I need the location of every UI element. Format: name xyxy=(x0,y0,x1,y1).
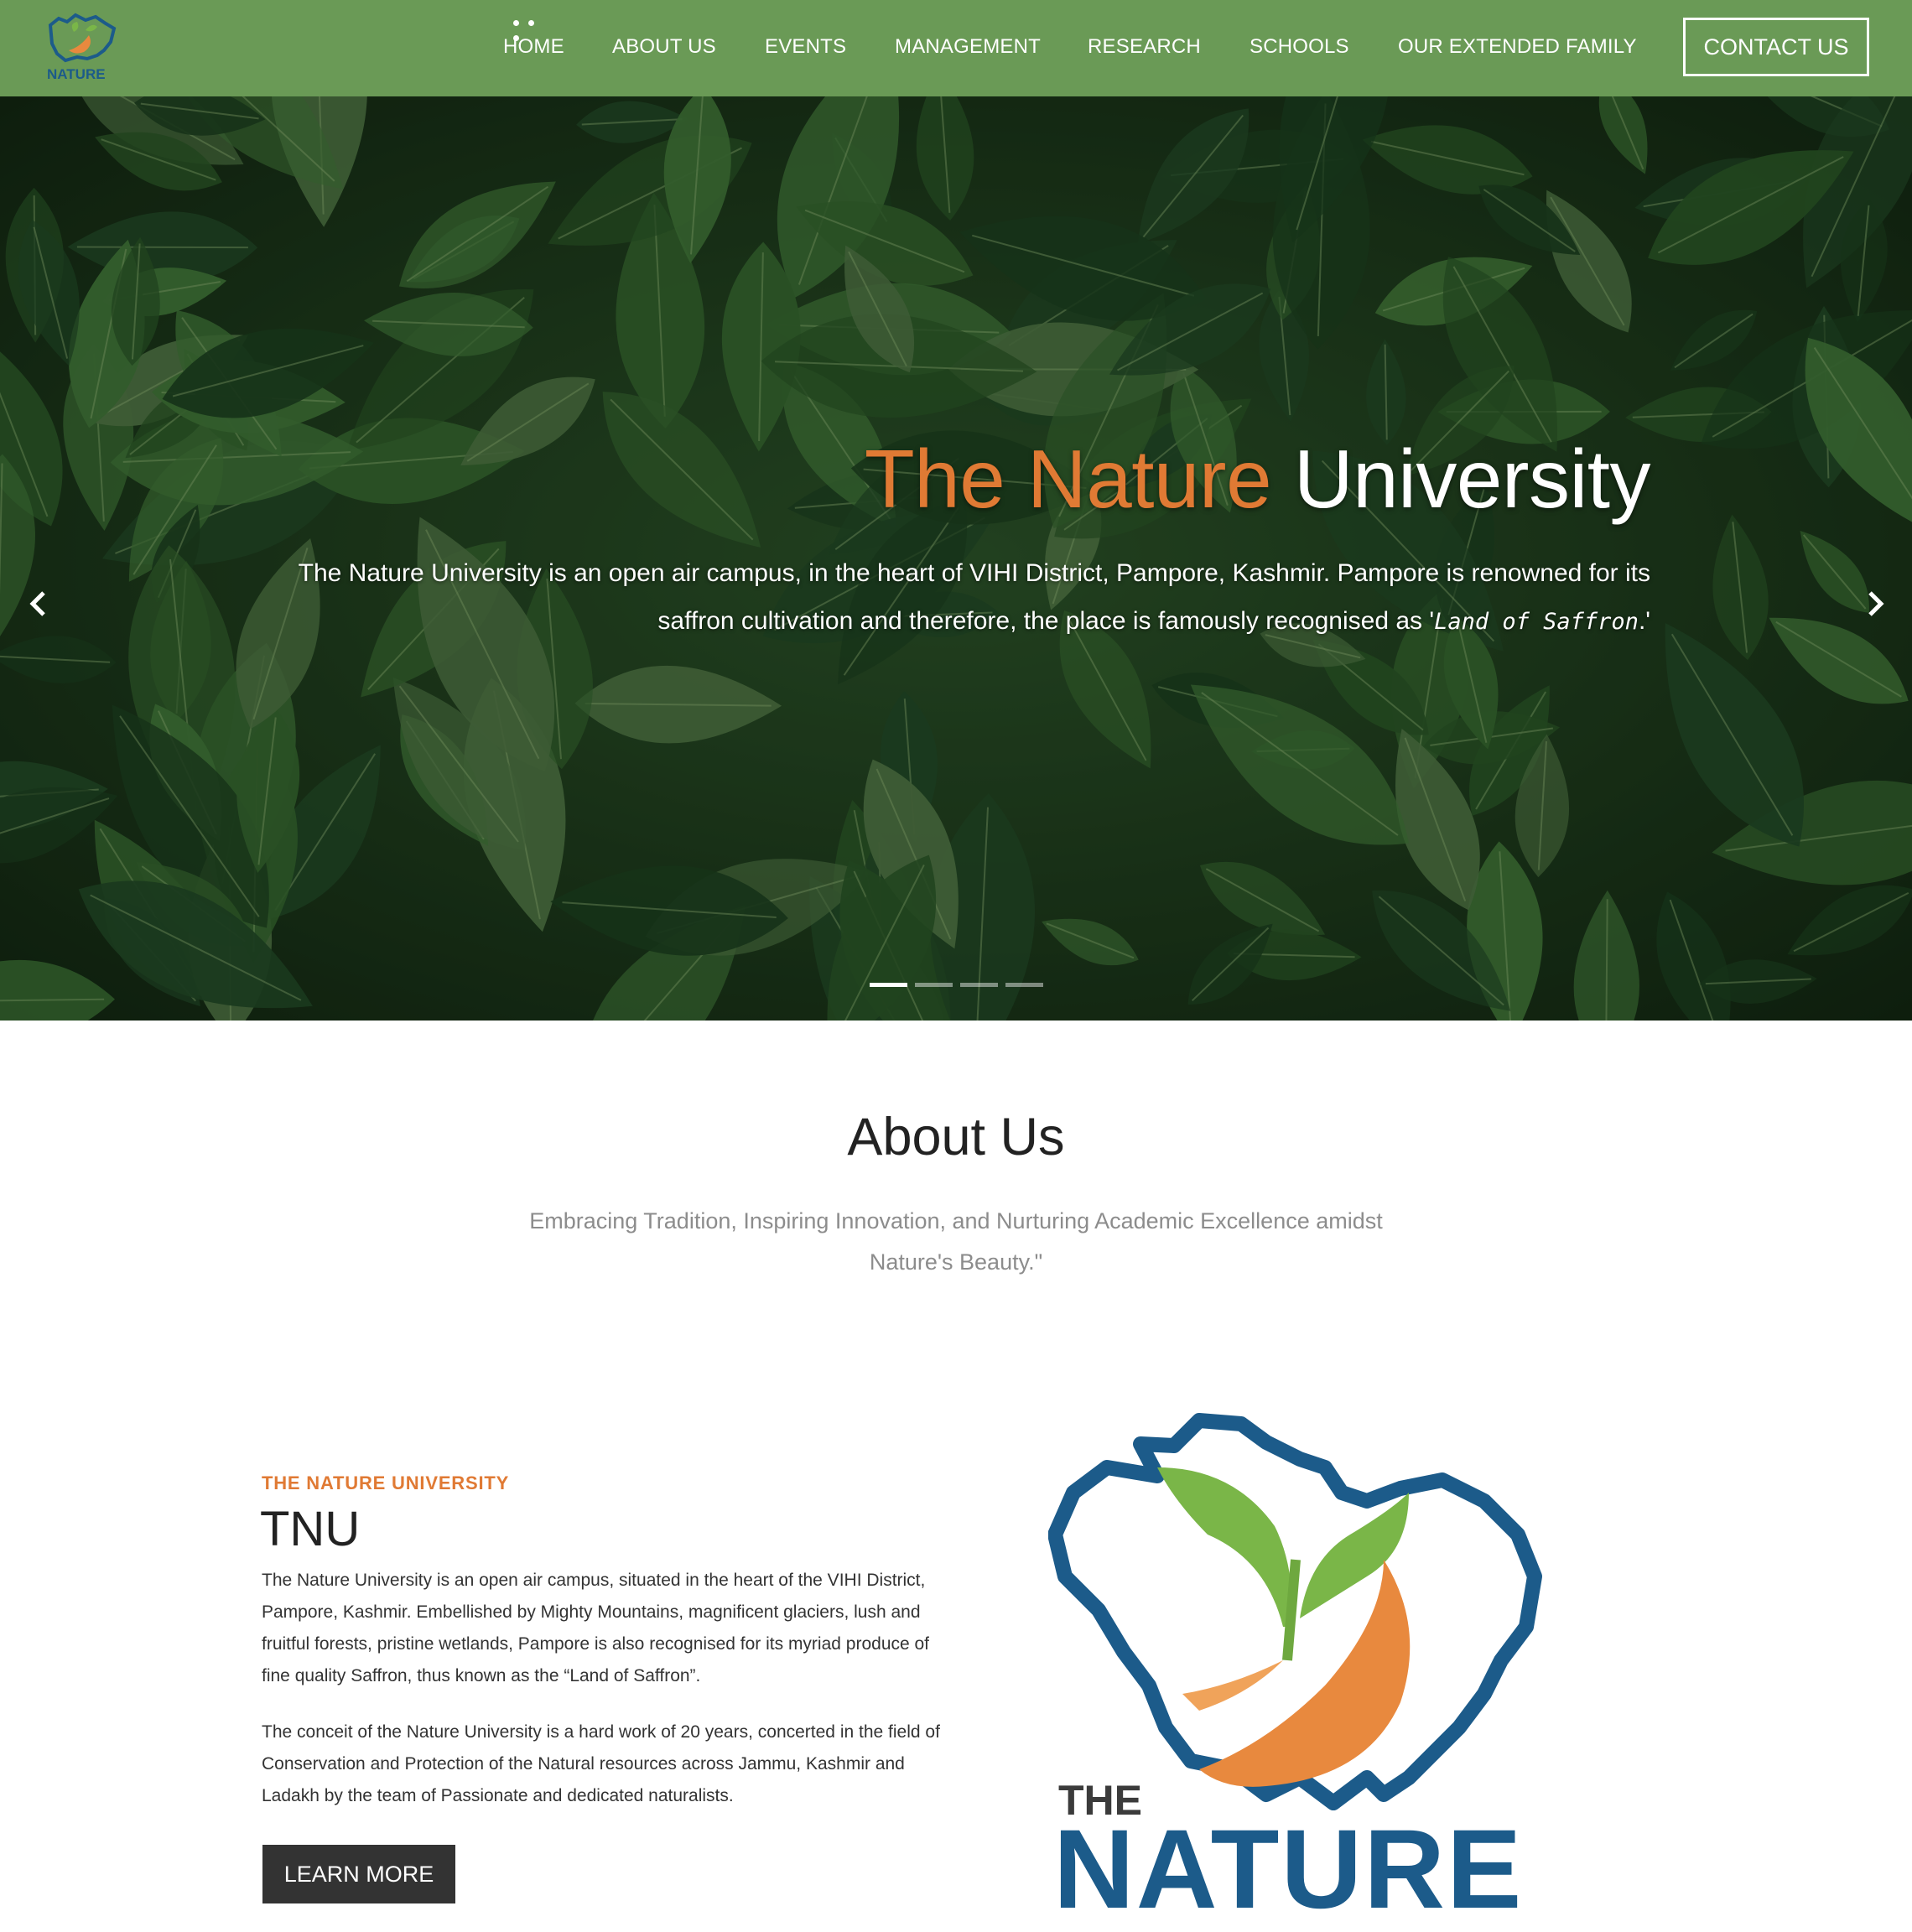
university-logo[interactable]: NATURE xyxy=(44,10,121,86)
nav-events[interactable]: EVENTS xyxy=(765,35,846,59)
top-navbar: NATURE HOME ABOUT US EVENTS MANAGEMENT R… xyxy=(0,0,1912,96)
contact-us-button[interactable]: CONTACT US xyxy=(1683,18,1869,76)
about-heading: About Us xyxy=(847,1108,1065,1166)
carousel-indicator-2[interactable] xyxy=(915,983,953,987)
hero-description: The Nature University is an open air cam… xyxy=(292,549,1650,646)
learn-more-button[interactable]: LEARN MORE xyxy=(262,1845,455,1903)
hero-description-emphasis: Land of Saffron xyxy=(1434,609,1639,635)
logo-text-nature: NATURE xyxy=(1053,1807,1524,1932)
tnu-paragraph-1: The Nature University is an open air cam… xyxy=(262,1571,930,1685)
more-dots-icon[interactable] xyxy=(513,15,555,41)
hero-title-accent: The Nature xyxy=(864,433,1272,525)
svg-text:NATURE: NATURE xyxy=(47,66,106,82)
carousel-indicator-1[interactable] xyxy=(870,983,907,987)
nav-extended-family[interactable]: OUR EXTENDED FAMILY xyxy=(1398,35,1637,59)
hero-description-end: .' xyxy=(1638,607,1650,635)
chevron-left-icon[interactable] xyxy=(22,583,55,625)
about-subtitle: Embracing Tradition, Inspiring Innovatio… xyxy=(529,1208,1383,1275)
carousel-indicator-3[interactable] xyxy=(960,983,998,987)
chevron-right-icon[interactable] xyxy=(1858,583,1892,625)
carousel-indicators xyxy=(870,983,1051,988)
carousel-indicator-4[interactable] xyxy=(1005,983,1043,987)
tnu-kicker: THE NATURE UNIVERSITY xyxy=(262,1472,510,1493)
nav-management[interactable]: MANAGEMENT xyxy=(895,35,1041,59)
nav-about-us[interactable]: ABOUT US xyxy=(612,35,716,59)
tnu-title: TNU xyxy=(260,1502,361,1556)
hero-carousel: The Nature University The Nature Univers… xyxy=(0,96,1912,1021)
hero-title-plain: University xyxy=(1293,433,1651,525)
nav-schools[interactable]: SCHOOLS xyxy=(1250,35,1349,59)
nav-home[interactable]: HOME xyxy=(503,35,564,59)
hero-title: The Nature University xyxy=(864,432,1651,527)
tnu-paragraph-2: The conceit of the Nature University is … xyxy=(262,1722,940,1805)
nav-research[interactable]: RESEARCH xyxy=(1088,35,1201,59)
